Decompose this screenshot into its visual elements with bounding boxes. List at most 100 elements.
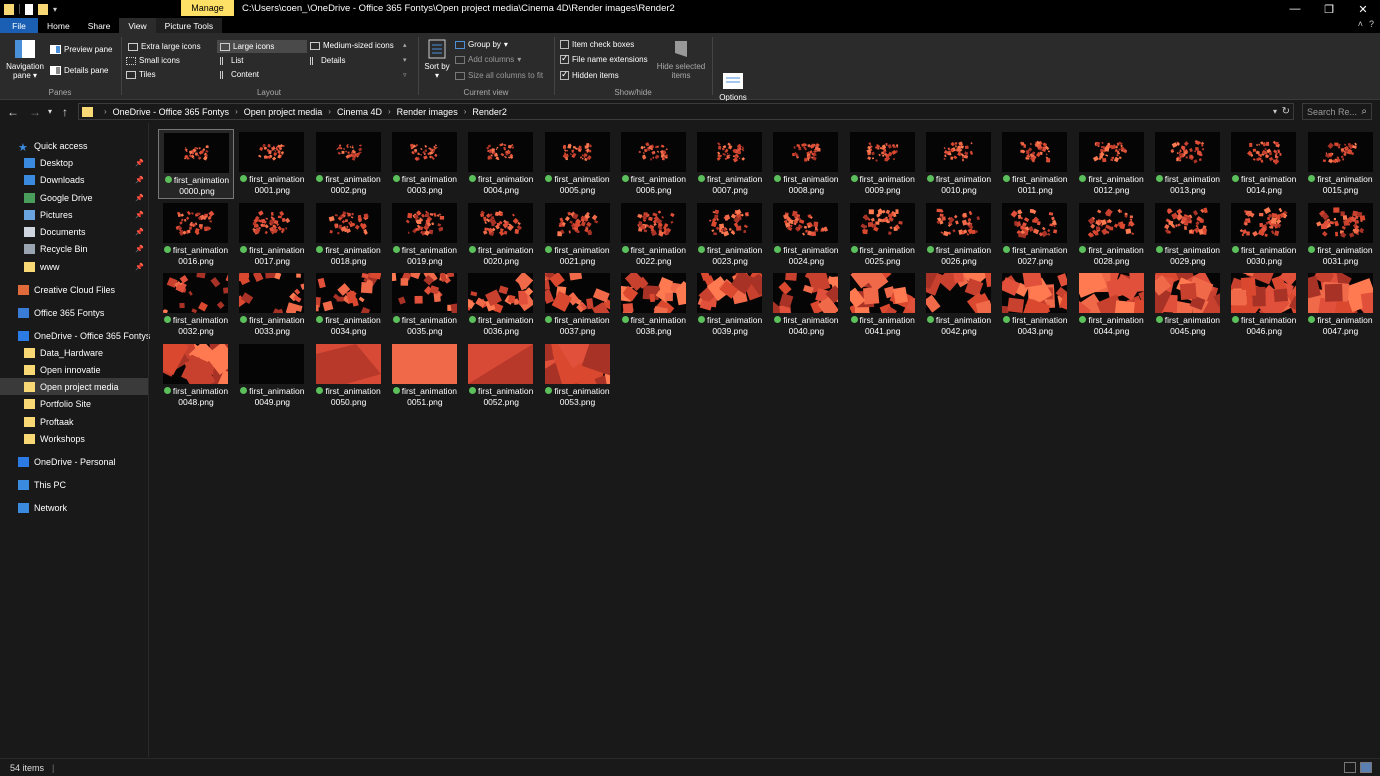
- hidden-items-checkbox[interactable]: [560, 69, 569, 80]
- properties-icon[interactable]: [25, 3, 33, 15]
- address-bar[interactable]: › OneDrive - Office 365 Fontys › Open pr…: [78, 103, 1294, 120]
- file-name-extensions-toggle[interactable]: File name extensions: [560, 53, 648, 64]
- sidebar-item-pictures[interactable]: Pictures 📌: [0, 206, 148, 223]
- help-icon[interactable]: ?: [1369, 19, 1374, 29]
- sidebar-item-open-project-media[interactable]: Open project media: [0, 378, 148, 395]
- file-item[interactable]: first_animation 0030.png: [1226, 200, 1302, 270]
- file-item[interactable]: first_animation 0032.png: [158, 270, 234, 340]
- recent-locations-icon[interactable]: ▾: [46, 107, 54, 116]
- file-item[interactable]: first_animation 0038.png: [616, 270, 692, 340]
- file-item[interactable]: first_animation 0043.png: [997, 270, 1073, 340]
- file-item[interactable]: first_animation 0052.png: [463, 341, 539, 411]
- file-item[interactable]: first_animation 0044.png: [1074, 270, 1150, 340]
- details-option[interactable]: Details: [310, 56, 345, 65]
- breadcrumb-item[interactable]: OneDrive - Office 365 Fontys: [113, 107, 229, 117]
- breadcrumb-item[interactable]: Render2: [472, 107, 507, 117]
- sidebar-item-quick-access[interactable]: ★ Quick access: [0, 137, 148, 154]
- file-item[interactable]: first_animation 0007.png: [692, 129, 768, 199]
- sidebar-item-recycle-bin[interactable]: Recycle Bin 📌: [0, 240, 148, 257]
- file-item[interactable]: first_animation 0045.png: [1150, 270, 1226, 340]
- sidebar-item-workshops[interactable]: Workshops: [0, 430, 148, 447]
- sidebar-item-data-hardware[interactable]: Data_Hardware: [0, 344, 148, 361]
- file-item[interactable]: first_animation 0008.png: [768, 129, 844, 199]
- navigation-pane-button[interactable]: Navigation pane ▾: [4, 39, 46, 80]
- hide-selected-items-button[interactable]: Hide selected items: [654, 39, 708, 80]
- file-item[interactable]: first_animation 0017.png: [234, 200, 310, 270]
- file-item[interactable]: first_animation 0010.png: [921, 129, 997, 199]
- details-view-icon[interactable]: [1344, 762, 1356, 773]
- file-item[interactable]: first_animation 0033.png: [234, 270, 310, 340]
- file-item[interactable]: first_animation 0039.png: [692, 270, 768, 340]
- file-item[interactable]: first_animation 0009.png: [845, 129, 921, 199]
- file-item[interactable]: first_animation 0014.png: [1226, 129, 1302, 199]
- file-item[interactable]: first_animation 0026.png: [921, 200, 997, 270]
- breadcrumb-item[interactable]: Open project media: [244, 107, 323, 117]
- file-item[interactable]: first_animation 0013.png: [1150, 129, 1226, 199]
- sidebar-item-creative-cloud-files[interactable]: Creative Cloud Files: [0, 281, 148, 298]
- search-input[interactable]: Search Re... ⌕: [1302, 103, 1372, 120]
- large-icons-view-icon[interactable]: [1360, 762, 1372, 773]
- sidebar-item-www[interactable]: www 📌: [0, 258, 148, 275]
- item-check-boxes-checkbox[interactable]: [560, 40, 569, 49]
- file-item[interactable]: first_animation 0049.png: [234, 341, 310, 411]
- file-item[interactable]: first_animation 0001.png: [234, 129, 310, 199]
- sidebar-item-this-pc[interactable]: This PC: [0, 476, 148, 493]
- sidebar-item-portfolio-site[interactable]: Portfolio Site: [0, 395, 148, 412]
- file-item[interactable]: first_animation 0022.png: [616, 200, 692, 270]
- file-item[interactable]: first_animation 0046.png: [1226, 270, 1302, 340]
- sidebar-item-proftaak[interactable]: Proftaak: [0, 413, 148, 430]
- file-item[interactable]: first_animation 0018.png: [311, 200, 387, 270]
- file-item[interactable]: first_animation 0024.png: [768, 200, 844, 270]
- tab-file[interactable]: File: [0, 18, 38, 33]
- sort-by-button[interactable]: Sort by ▾: [424, 39, 450, 80]
- sidebar-item-office-365-fontys[interactable]: Office 365 Fontys: [0, 304, 148, 321]
- add-columns-button[interactable]: Add columns ▾: [455, 55, 521, 64]
- small-icons-option[interactable]: Small icons: [126, 56, 180, 65]
- tab-home[interactable]: Home: [38, 18, 79, 33]
- file-item[interactable]: first_animation 0047.png: [1303, 270, 1379, 340]
- file-item[interactable]: first_animation 0002.png: [311, 129, 387, 199]
- file-item[interactable]: first_animation 0051.png: [387, 341, 463, 411]
- file-item[interactable]: first_animation 0042.png: [921, 270, 997, 340]
- manage-contextual-tab[interactable]: Manage: [181, 0, 234, 16]
- file-item[interactable]: first_animation 0037.png: [540, 270, 616, 340]
- file-item[interactable]: first_animation 0048.png: [158, 341, 234, 411]
- file-item[interactable]: first_animation 0027.png: [997, 200, 1073, 270]
- file-item[interactable]: first_animation 0025.png: [845, 200, 921, 270]
- file-item[interactable]: first_animation 0005.png: [540, 129, 616, 199]
- file-item[interactable]: first_animation 0015.png: [1303, 129, 1379, 199]
- tab-share[interactable]: Share: [79, 18, 120, 33]
- file-item[interactable]: first_animation 0028.png: [1074, 200, 1150, 270]
- file-item[interactable]: first_animation 0020.png: [463, 200, 539, 270]
- tiles-option[interactable]: Tiles: [126, 70, 156, 79]
- collapse-ribbon-icon[interactable]: ˄: [1358, 19, 1363, 29]
- maximize-button[interactable]: ❐: [1312, 0, 1346, 18]
- details-pane-button[interactable]: Details pane: [50, 66, 108, 75]
- breadcrumb-item[interactable]: Cinema 4D: [337, 107, 382, 117]
- file-item[interactable]: first_animation 0016.png: [158, 200, 234, 270]
- file-item[interactable]: first_animation 0019.png: [387, 200, 463, 270]
- hidden-items-toggle[interactable]: Hidden items: [560, 69, 619, 80]
- file-item[interactable]: first_animation 0035.png: [387, 270, 463, 340]
- group-by-button[interactable]: Group by ▾: [455, 40, 508, 49]
- tab-view[interactable]: View: [119, 18, 156, 33]
- file-item[interactable]: first_animation 0040.png: [768, 270, 844, 340]
- sidebar-item-desktop[interactable]: Desktop 📌: [0, 154, 148, 171]
- layout-scroll[interactable]: ▴ ▾ ▿: [403, 41, 407, 79]
- medium-icons-option[interactable]: Medium-sized icons: [310, 41, 394, 50]
- tab-picture-tools[interactable]: Picture Tools: [155, 18, 223, 33]
- sidebar-item-onedrive-personal[interactable]: OneDrive - Personal: [0, 453, 148, 470]
- file-item[interactable]: first_animation 0023.png: [692, 200, 768, 270]
- file-item[interactable]: first_animation 0029.png: [1150, 200, 1226, 270]
- pane-splitter[interactable]: [148, 123, 149, 757]
- minimize-button[interactable]: —: [1278, 0, 1312, 18]
- file-name-extensions-checkbox[interactable]: [560, 53, 569, 64]
- sidebar-item-network[interactable]: Network: [0, 499, 148, 516]
- file-item[interactable]: first_animation 0050.png: [311, 341, 387, 411]
- file-item[interactable]: first_animation 0011.png: [997, 129, 1073, 199]
- close-button[interactable]: ✕: [1346, 0, 1380, 18]
- file-item[interactable]: first_animation 0000.png: [158, 129, 234, 199]
- customize-toolbar-icon[interactable]: ▾: [53, 5, 57, 14]
- refresh-icon[interactable]: ↻: [1282, 106, 1290, 117]
- address-dropdown-icon[interactable]: ▾: [1273, 107, 1277, 116]
